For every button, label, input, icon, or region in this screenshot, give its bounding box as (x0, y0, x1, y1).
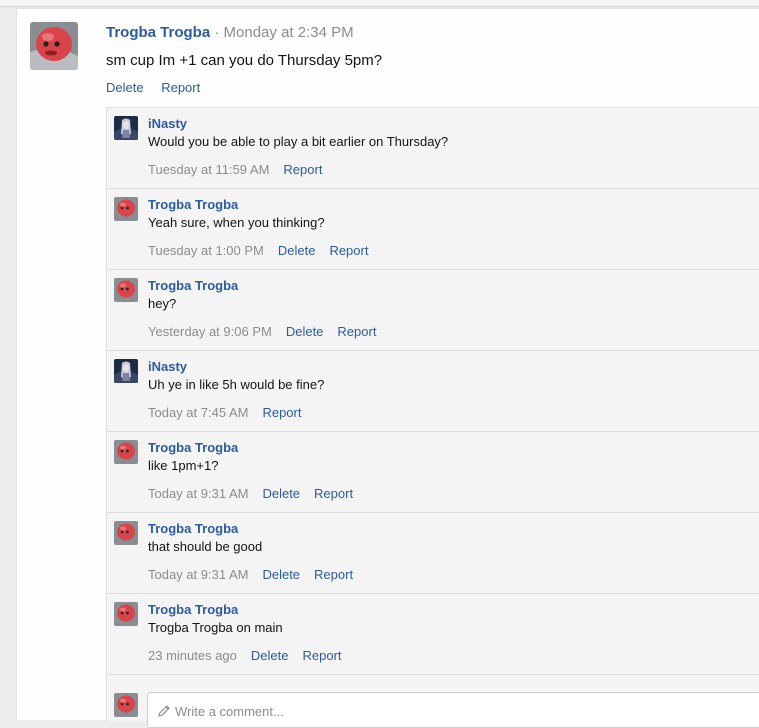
inasty-avatar-image (114, 359, 138, 383)
comment-report-link[interactable]: Report (314, 567, 353, 582)
comment-text: Would you be able to play a bit earlier … (148, 134, 449, 149)
post-actions: Delete Report (106, 79, 759, 97)
comment-time[interactable]: Today at 9:31 AM (148, 567, 248, 582)
comment-author-link[interactable]: Trogba Trogba (148, 601, 755, 619)
trogba-avatar-image (114, 602, 138, 626)
profile-post: Trogba Trogba · Monday at 2:34 PM sm cup… (16, 8, 759, 728)
comment-meta: Today at 9:31 AM Delete Report (148, 566, 755, 584)
avatar[interactable] (114, 602, 138, 626)
comment-item: Trogba Trogba like 1pm+1? Today at 9:31 AM… (107, 432, 759, 513)
avatar[interactable] (114, 440, 138, 464)
comment-text: hey? (148, 296, 177, 311)
comment-delete-link[interactable]: Delete (251, 648, 289, 663)
comment-meta: 23 minutes ago Delete Report (148, 647, 755, 665)
comment-delete-link[interactable]: Delete (262, 567, 300, 582)
comment-input[interactable]: Write a comment... (147, 692, 759, 728)
comment-item: iNasty Would you be able to play a bit ea… (107, 108, 759, 189)
comment-delete-link[interactable]: Delete (262, 486, 300, 501)
avatar[interactable] (114, 693, 138, 717)
comment-time[interactable]: Tuesday at 1:00 PM (148, 243, 264, 258)
comment-meta: Today at 9:31 AM Delete Report (148, 485, 755, 503)
comment-report-link[interactable]: Report (262, 405, 301, 420)
comment-list: iNasty Would you be able to play a bit ea… (106, 107, 759, 728)
post-delete-link[interactable]: Delete (106, 80, 144, 95)
comment-meta: Yesterday at 9:06 PM Delete Report (148, 323, 755, 341)
post-report-link[interactable]: Report (161, 80, 200, 95)
pencil-icon (158, 705, 170, 717)
comment-time[interactable]: Today at 7:45 AM (148, 405, 248, 420)
comment-report-link[interactable]: Report (314, 486, 353, 501)
comment-item: Trogba Trogba Yeah sure, when you thinkin… (107, 189, 759, 270)
comment-author-link[interactable]: Trogba Trogba (148, 196, 755, 214)
trogba-avatar-image (114, 521, 138, 545)
comment-time[interactable]: Tuesday at 11:59 AM (148, 162, 269, 177)
post-author-link[interactable]: Trogba Trogba (106, 24, 210, 41)
trogba-avatar-image (30, 22, 78, 70)
post-header: Trogba Trogba · Monday at 2:34 PM (106, 22, 759, 44)
comment-meta: Today at 7:45 AM Report (148, 404, 755, 422)
comment-meta: Tuesday at 11:59 AM Report (148, 161, 755, 179)
avatar[interactable] (30, 22, 78, 70)
post-separator: · (210, 24, 224, 41)
comment-text: Trogba Trogba on main (148, 620, 283, 635)
comment-author-link[interactable]: iNasty (148, 115, 755, 133)
avatar[interactable] (114, 359, 138, 383)
comment-author-link[interactable]: iNasty (148, 358, 755, 376)
comment-composer: Write a comment... (107, 688, 759, 728)
comment-author-link[interactable]: Trogba Trogba (148, 520, 755, 538)
comment-time[interactable]: 23 minutes ago (148, 648, 237, 663)
comment-delete-link[interactable]: Delete (278, 243, 316, 258)
comment-item: iNasty Uh ye in like 5h would be fine? Tod… (107, 351, 759, 432)
trogba-avatar-image (114, 197, 138, 221)
comment-report-link[interactable]: Report (337, 324, 376, 339)
comment-time[interactable]: Yesterday at 9:06 PM (148, 324, 272, 339)
trogba-avatar-image (114, 440, 138, 464)
comment-delete-link[interactable]: Delete (286, 324, 324, 339)
comment-meta: Tuesday at 1:00 PM Delete Report (148, 242, 755, 260)
comment-author-link[interactable]: Trogba Trogba (148, 277, 755, 295)
comment-report-link[interactable]: Report (302, 648, 341, 663)
comment-report-link[interactable]: Report (329, 243, 368, 258)
comment-text: like 1pm+1? (148, 458, 219, 473)
avatar[interactable] (114, 116, 138, 140)
avatar[interactable] (114, 521, 138, 545)
comment-item: Trogba Trogba Trogba Trogba on main 23 min… (107, 594, 759, 675)
post-date[interactable]: Monday at 2:34 PM (224, 24, 354, 41)
inasty-avatar-image (114, 116, 138, 140)
previous-post-edge (0, 0, 759, 7)
avatar[interactable] (114, 197, 138, 221)
comment-text: that should be good (148, 539, 263, 554)
trogba-avatar-image (114, 278, 138, 302)
comment-time[interactable]: Today at 9:31 AM (148, 486, 248, 501)
avatar[interactable] (114, 278, 138, 302)
comment-report-link[interactable]: Report (283, 162, 322, 177)
trogba-avatar-image (114, 693, 138, 717)
comment-item: Trogba Trogba hey? Yesterday at 9:06 PM Del… (107, 270, 759, 351)
comment-text: Uh ye in like 5h would be fine? (148, 377, 325, 392)
comment-author-link[interactable]: Trogba Trogba (148, 439, 755, 457)
comment-input-placeholder: Write a comment... (175, 704, 284, 719)
post-text: sm cup Im +1 can you do Thursday 5pm? (106, 52, 383, 69)
comment-item: Trogba Trogba that should be good Today at… (107, 513, 759, 594)
comment-text: Yeah sure, when you thinking? (148, 215, 325, 230)
